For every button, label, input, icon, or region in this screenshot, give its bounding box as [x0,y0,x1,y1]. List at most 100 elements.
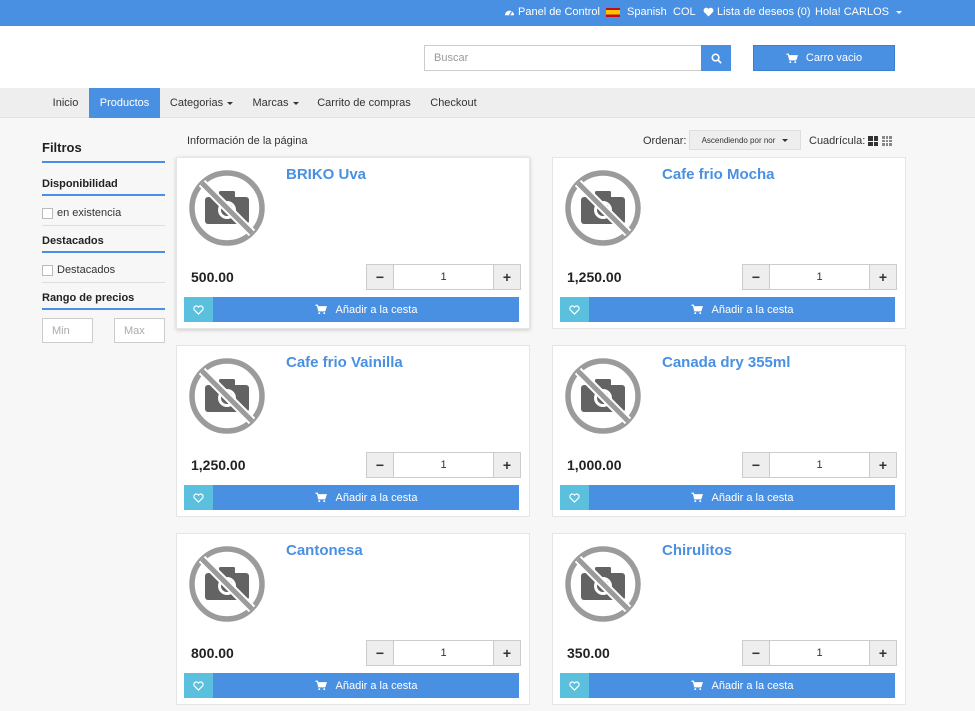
availability-divider [42,194,165,196]
featured-filter[interactable]: Destacados [42,264,115,276]
add-to-cart-button[interactable]: Añadir a la cesta [213,673,519,698]
chevron-down-icon [895,10,902,14]
heart-icon [703,7,714,17]
availability-checkbox[interactable] [42,207,53,219]
wishlist-button[interactable] [560,485,589,510]
quantity-value[interactable]: 1 [393,641,494,665]
quantity-decrease-button[interactable]: − [743,453,769,477]
page-info: Información de la página [187,135,308,147]
quantity-increase-button[interactable]: + [494,641,520,665]
quantity-value[interactable]: 1 [769,453,870,477]
nav-carrito[interactable]: Carrito de compras [308,88,420,118]
wishlist-button[interactable] [560,297,589,322]
quantity-increase-button[interactable]: + [494,453,520,477]
user-menu[interactable]: Hola! CARLOS [815,6,902,18]
quantity-value[interactable]: 1 [769,641,870,665]
language-selector[interactable]: Spanish [606,6,667,18]
heart-icon [569,680,580,691]
quantity-decrease-button[interactable]: − [743,265,769,289]
grid-2-columns-icon[interactable] [868,136,878,146]
add-to-cart-label: Añadir a la cesta [711,491,794,504]
quantity-stepper: − 1 + [366,264,521,290]
availability-option-label: en existencia [57,207,122,219]
no-camera-icon [565,358,641,434]
cart-icon [786,53,798,63]
grid-3-columns-icon[interactable] [882,136,892,146]
no-camera-icon [565,170,641,246]
nav-label: Carrito de compras [317,97,411,109]
add-to-cart-label: Añadir a la cesta [335,491,418,504]
heart-icon [193,304,204,315]
price-max-input[interactable] [114,318,165,343]
price-range-title: Rango de precios [42,292,135,304]
quantity-increase-button[interactable]: + [870,641,896,665]
product-name[interactable]: Cantonesa [286,542,363,559]
add-to-cart-button[interactable]: Añadir a la cesta [589,673,895,698]
filters-divider [42,161,165,163]
availability-bottom-divider [42,225,165,226]
nav-categorias[interactable]: Categorias [160,88,243,118]
quantity-decrease-button[interactable]: − [367,641,393,665]
sort-select[interactable]: Ascendiendo por nor [689,130,801,150]
quantity-value[interactable]: 1 [393,453,494,477]
cart-icon [314,492,327,503]
cart-button[interactable]: Carro vacio [753,45,895,71]
nav-productos[interactable]: Productos [89,88,160,118]
product-card: Cafe frio Mocha 1,250.00 − 1 + Añadir a … [552,157,906,329]
add-to-cart-button[interactable]: Añadir a la cesta [589,485,895,510]
product-card: Canada dry 355ml 1,000.00 − 1 + Añadir a… [552,345,906,517]
nav-marcas[interactable]: Marcas [243,88,308,118]
nav-inicio[interactable]: Inicio [42,88,89,118]
cart-icon [314,680,327,691]
wishlist-button[interactable] [184,297,213,322]
product-name[interactable]: BRIKO Uva [286,166,366,183]
quantity-decrease-button[interactable]: − [367,453,393,477]
price-min-input[interactable] [42,318,93,343]
add-to-cart-button[interactable]: Añadir a la cesta [589,297,895,322]
product-name[interactable]: Canada dry 355ml [662,354,790,371]
product-card: BRIKO Uva 500.00 − 1 + Añadir a la cesta [176,157,530,329]
add-to-cart-button[interactable]: Añadir a la cesta [213,485,519,510]
product-price: 1,250.00 [567,269,622,285]
quantity-stepper: − 1 + [742,640,897,666]
user-greeting: Hola! CARLOS [815,6,889,18]
product-name[interactable]: Chirulitos [662,542,732,559]
search-button[interactable] [701,45,731,71]
availability-title: Disponibilidad [42,178,118,190]
quantity-decrease-button[interactable]: − [367,265,393,289]
product-name[interactable]: Cafe frio Mocha [662,166,775,183]
add-to-cart-label: Añadir a la cesta [335,303,418,316]
currency-selector[interactable]: COL [673,6,696,18]
search-input[interactable] [424,45,702,71]
quantity-decrease-button[interactable]: − [743,641,769,665]
search-icon [711,53,722,64]
wishlist-link[interactable]: Lista de deseos (0) [703,6,811,18]
quantity-increase-button[interactable]: + [870,453,896,477]
nav-checkout[interactable]: Checkout [420,88,487,118]
no-camera-icon [565,546,641,622]
quantity-increase-button[interactable]: + [870,265,896,289]
product-card: Chirulitos 350.00 − 1 + Añadir a la cest… [552,533,906,705]
product-card: Cafe frio Vainilla 1,250.00 − 1 + Añadir… [176,345,530,517]
no-camera-icon [189,358,265,434]
quantity-value[interactable]: 1 [769,265,870,289]
featured-checkbox[interactable] [42,264,53,276]
product-name[interactable]: Cafe frio Vainilla [286,354,403,371]
dashboard-link[interactable]: Panel de Control [504,6,600,18]
add-to-cart-button[interactable]: Añadir a la cesta [213,297,519,322]
cart-icon [690,304,703,315]
featured-option-label: Destacados [57,264,116,276]
product-price: 1,000.00 [567,457,622,473]
wishlist-button[interactable] [184,485,213,510]
heart-icon [193,492,204,503]
quantity-increase-button[interactable]: + [494,265,520,289]
no-camera-icon [189,546,265,622]
wishlist-button[interactable] [560,673,589,698]
product-price: 350.00 [567,645,610,661]
heart-icon [569,492,580,503]
wishlist-button[interactable] [184,673,213,698]
quantity-value[interactable]: 1 [393,265,494,289]
featured-divider [42,251,165,253]
quantity-stepper: − 1 + [366,452,521,478]
availability-filter[interactable]: en existencia [42,207,121,219]
